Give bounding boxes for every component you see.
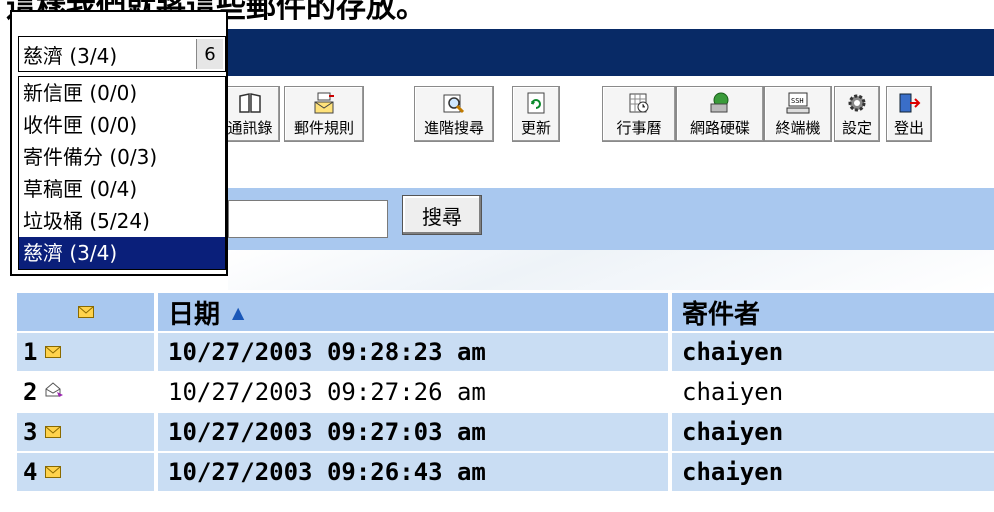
advanced-search-label: 進階搜尋: [423, 119, 484, 137]
terminal-button[interactable]: SSH 終端機: [764, 86, 832, 142]
network-drive-button[interactable]: 網路硬碟: [676, 86, 764, 142]
header-sender[interactable]: 寄件者: [672, 293, 994, 331]
network-drive-label: 網路硬碟: [689, 119, 750, 137]
row-status-cell: 3: [17, 413, 154, 451]
folder-option-inbox[interactable]: 收件匣 (0/0): [19, 109, 225, 141]
dropdown-arrow-icon[interactable]: 6: [196, 39, 223, 69]
row-number: 3: [23, 418, 38, 446]
refresh-icon: [524, 91, 548, 115]
header-date[interactable]: 日期 ▲: [158, 293, 668, 331]
address-book-label: 通訊錄: [227, 119, 273, 137]
row-status-cell: 1: [17, 333, 154, 371]
unread-envelope-icon: [45, 423, 62, 442]
search-input[interactable]: [228, 200, 388, 238]
logout-label: 登出: [893, 119, 924, 137]
settings-icon: [845, 91, 869, 115]
address-book-button[interactable]: 通訊錄: [220, 86, 280, 142]
logout-icon: [897, 91, 921, 115]
folder-select[interactable]: 慈濟 (3/4) 6: [18, 36, 226, 72]
address-book-icon: [238, 91, 262, 115]
svg-text:SSH: SSH: [791, 97, 804, 105]
refresh-button[interactable]: 更新: [512, 86, 560, 142]
table-header-row: 日期 ▲ 寄件者: [17, 291, 994, 331]
header-sender-label: 寄件者: [682, 299, 761, 330]
refresh-label: 更新: [520, 119, 551, 137]
mail-rules-icon: [312, 91, 336, 115]
folder-option-inbox-new[interactable]: 新信匣 (0/0): [19, 77, 225, 109]
unread-envelope-icon: [45, 463, 62, 482]
header-status-cell[interactable]: [17, 293, 154, 331]
advanced-search-button[interactable]: 進階搜尋: [414, 86, 494, 142]
calendar-label: 行事曆: [616, 119, 662, 137]
unread-envelope-icon: [45, 343, 62, 362]
row-number: 1: [23, 338, 38, 366]
settings-label: 設定: [841, 119, 872, 137]
sort-ascending-icon[interactable]: ▲: [232, 303, 244, 322]
top-navbar: [228, 29, 994, 76]
calendar-button[interactable]: 行事曆: [602, 86, 676, 142]
search-button[interactable]: 搜尋: [402, 195, 482, 235]
row-date[interactable]: 10/27/2003 09:27:03 am: [158, 413, 668, 451]
table-row[interactable]: 2 10/27/2003 09:27:26 am chaiyen: [17, 371, 994, 411]
settings-button[interactable]: 設定: [834, 86, 880, 142]
network-drive-icon: [708, 91, 732, 115]
toolbar: 通訊錄 郵件規則 進階搜尋 更新 行事曆 網路硬碟 SSH 終端機 設定 登出: [220, 76, 994, 166]
table-row[interactable]: 4 10/27/2003 09:26:43 am chaiyen: [17, 451, 994, 491]
mail-rules-label: 郵件規則: [293, 119, 354, 137]
table-row[interactable]: 3 10/27/2003 09:27:03 am chaiyen: [17, 411, 994, 451]
row-date[interactable]: 10/27/2003 09:27:26 am: [158, 373, 668, 411]
logout-button[interactable]: 登出: [886, 86, 932, 142]
header-date-label: 日期: [168, 299, 221, 330]
folder-options-list: 新信匣 (0/0) 收件匣 (0/0) 寄件備分 (0/3) 草稿匣 (0/4)…: [18, 76, 226, 270]
advanced-search-icon: [442, 91, 466, 115]
watermark-background: [228, 250, 994, 290]
row-sender[interactable]: chaiyen: [672, 373, 994, 411]
table-row[interactable]: 1 10/27/2003 09:28:23 am chaiyen: [17, 331, 994, 371]
folder-option-sent[interactable]: 寄件備分 (0/3): [19, 141, 225, 173]
folder-option-drafts[interactable]: 草稿匣 (0/4): [19, 173, 225, 205]
row-sender[interactable]: chaiyen: [672, 333, 994, 371]
row-sender[interactable]: chaiyen: [672, 453, 994, 491]
read-envelope-icon: [45, 382, 65, 402]
folder-option-trash[interactable]: 垃圾桶 (5/24): [19, 205, 225, 237]
folder-dropdown: 慈濟 (3/4) 6 新信匣 (0/0) 收件匣 (0/0) 寄件備分 (0/3…: [10, 10, 228, 276]
envelope-icon: [77, 303, 94, 322]
row-status-cell: 2: [17, 373, 154, 411]
terminal-label: 終端機: [775, 119, 821, 137]
row-sender[interactable]: chaiyen: [672, 413, 994, 451]
row-number: 2: [23, 378, 38, 406]
row-number: 4: [23, 458, 38, 486]
message-table: 日期 ▲ 寄件者 1 10/27/2003 09:28:23 am chaiye…: [17, 291, 994, 491]
row-date[interactable]: 10/27/2003 09:28:23 am: [158, 333, 668, 371]
row-date[interactable]: 10/27/2003 09:26:43 am: [158, 453, 668, 491]
mail-rules-button[interactable]: 郵件規則: [284, 86, 364, 142]
terminal-icon: SSH: [786, 91, 810, 115]
folder-select-value: 慈濟 (3/4): [23, 43, 118, 68]
calendar-icon: [627, 91, 651, 115]
row-status-cell: 4: [17, 453, 154, 491]
folder-option-tzuchi[interactable]: 慈濟 (3/4): [19, 237, 225, 269]
